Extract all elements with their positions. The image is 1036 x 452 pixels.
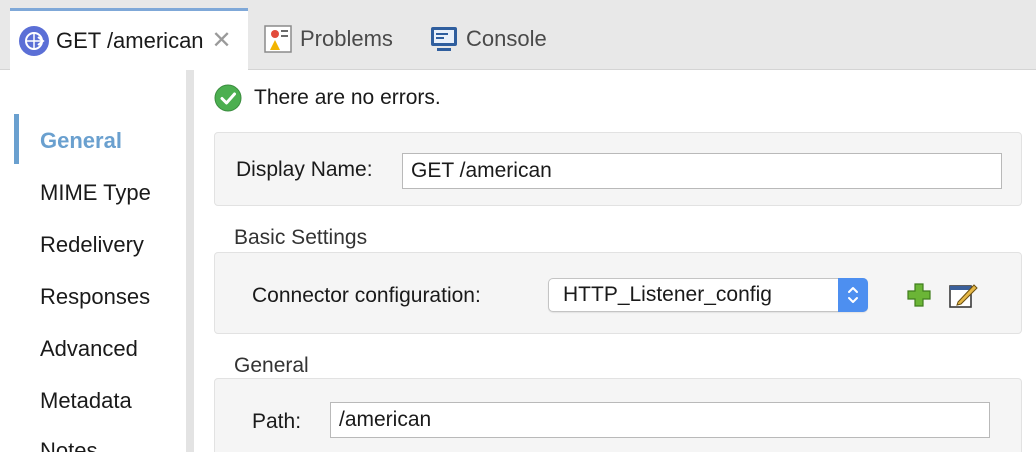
close-icon[interactable]: ✕ xyxy=(212,29,232,53)
tab-get-american[interactable]: GET /american ✕ xyxy=(10,8,248,71)
tab-console[interactable]: Console xyxy=(424,8,574,70)
console-icon xyxy=(428,23,460,55)
status-text: There are no errors. xyxy=(254,86,441,109)
tab-label: GET /american xyxy=(56,28,204,53)
sidebar-item-general[interactable]: General xyxy=(40,128,122,154)
tab-label: Problems xyxy=(300,26,393,51)
sidebar-divider[interactable] xyxy=(186,70,194,452)
display-name-field[interactable]: GET /american xyxy=(402,153,1002,189)
sidebar-item-responses[interactable]: Responses xyxy=(40,284,150,310)
connector-configuration-label: Connector configuration: xyxy=(252,284,481,307)
edit-icon xyxy=(948,281,978,314)
add-configuration-button[interactable] xyxy=(904,282,934,312)
connector-configuration-value: HTTP_Listener_config xyxy=(563,283,772,306)
sidebar-item-metadata[interactable]: Metadata xyxy=(40,388,132,414)
connector-configuration-select[interactable]: HTTP_Listener_config xyxy=(548,278,868,312)
sidebar-item-redelivery[interactable]: Redelivery xyxy=(40,232,144,258)
sidebar-item-advanced[interactable]: Advanced xyxy=(40,336,138,362)
sidebar-item-mime-type[interactable]: MIME Type xyxy=(40,180,151,206)
check-circle-icon xyxy=(214,84,242,112)
general-section-title: General xyxy=(234,354,309,377)
sidebar-item-notes[interactable]: Notes xyxy=(40,438,97,452)
tab-label: Console xyxy=(466,26,547,51)
editor-tab-bar: GET /american ✕ Problems Console xyxy=(0,0,1036,71)
select-stepper-icon xyxy=(838,278,868,312)
tab-problems[interactable]: Problems xyxy=(258,8,418,70)
path-field[interactable]: /american xyxy=(330,402,990,438)
http-listener-icon xyxy=(18,25,50,57)
path-label: Path: xyxy=(252,410,302,433)
problems-icon xyxy=(262,23,294,55)
display-name-label: Display Name: xyxy=(236,158,373,181)
edit-configuration-button[interactable] xyxy=(948,282,978,312)
active-nav-indicator xyxy=(14,114,19,164)
basic-settings-title: Basic Settings xyxy=(234,226,368,249)
plus-icon xyxy=(906,282,932,313)
validation-status: There are no errors. xyxy=(214,82,441,114)
